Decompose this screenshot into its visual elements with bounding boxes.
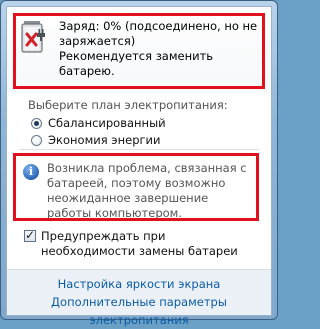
notify-replace-battery-option[interactable]: ✓ Предупреждать при необходимости замены… [24,228,260,259]
radio-button[interactable] [31,134,42,146]
plan-label: Выберите план электропитания: [28,98,228,112]
highlight-box-warning [13,153,259,221]
plan-option-label: Экономия энергии [48,133,161,147]
brightness-settings-link[interactable]: Настройка яркости экрана [7,275,271,293]
separator [19,149,259,150]
notify-checkbox-label: Предупреждать при необходимости замены б… [41,229,238,258]
plan-option-label: Сбалансированный [48,116,166,130]
checkmark-icon: ✓ [25,228,36,242]
notify-checkbox[interactable]: ✓ [24,228,36,242]
plan-option-power-saver[interactable]: Экономия энергии [31,132,160,148]
radio-button-checked[interactable] [31,117,42,129]
power-flyout-panel: Заряд: 0% (подсоединено, но не заряжаетс… [6,6,272,327]
links-footer: Настройка яркости экрана Дополнительные … [7,269,271,327]
highlight-box-battery-status [13,13,265,89]
plan-option-balanced[interactable]: Сбалансированный [31,115,166,131]
more-power-options-link[interactable]: Дополнительные параметры электропитания [7,293,271,329]
power-flyout-window: Заряд: 0% (подсоединено, но не заряжаетс… [0,0,278,327]
